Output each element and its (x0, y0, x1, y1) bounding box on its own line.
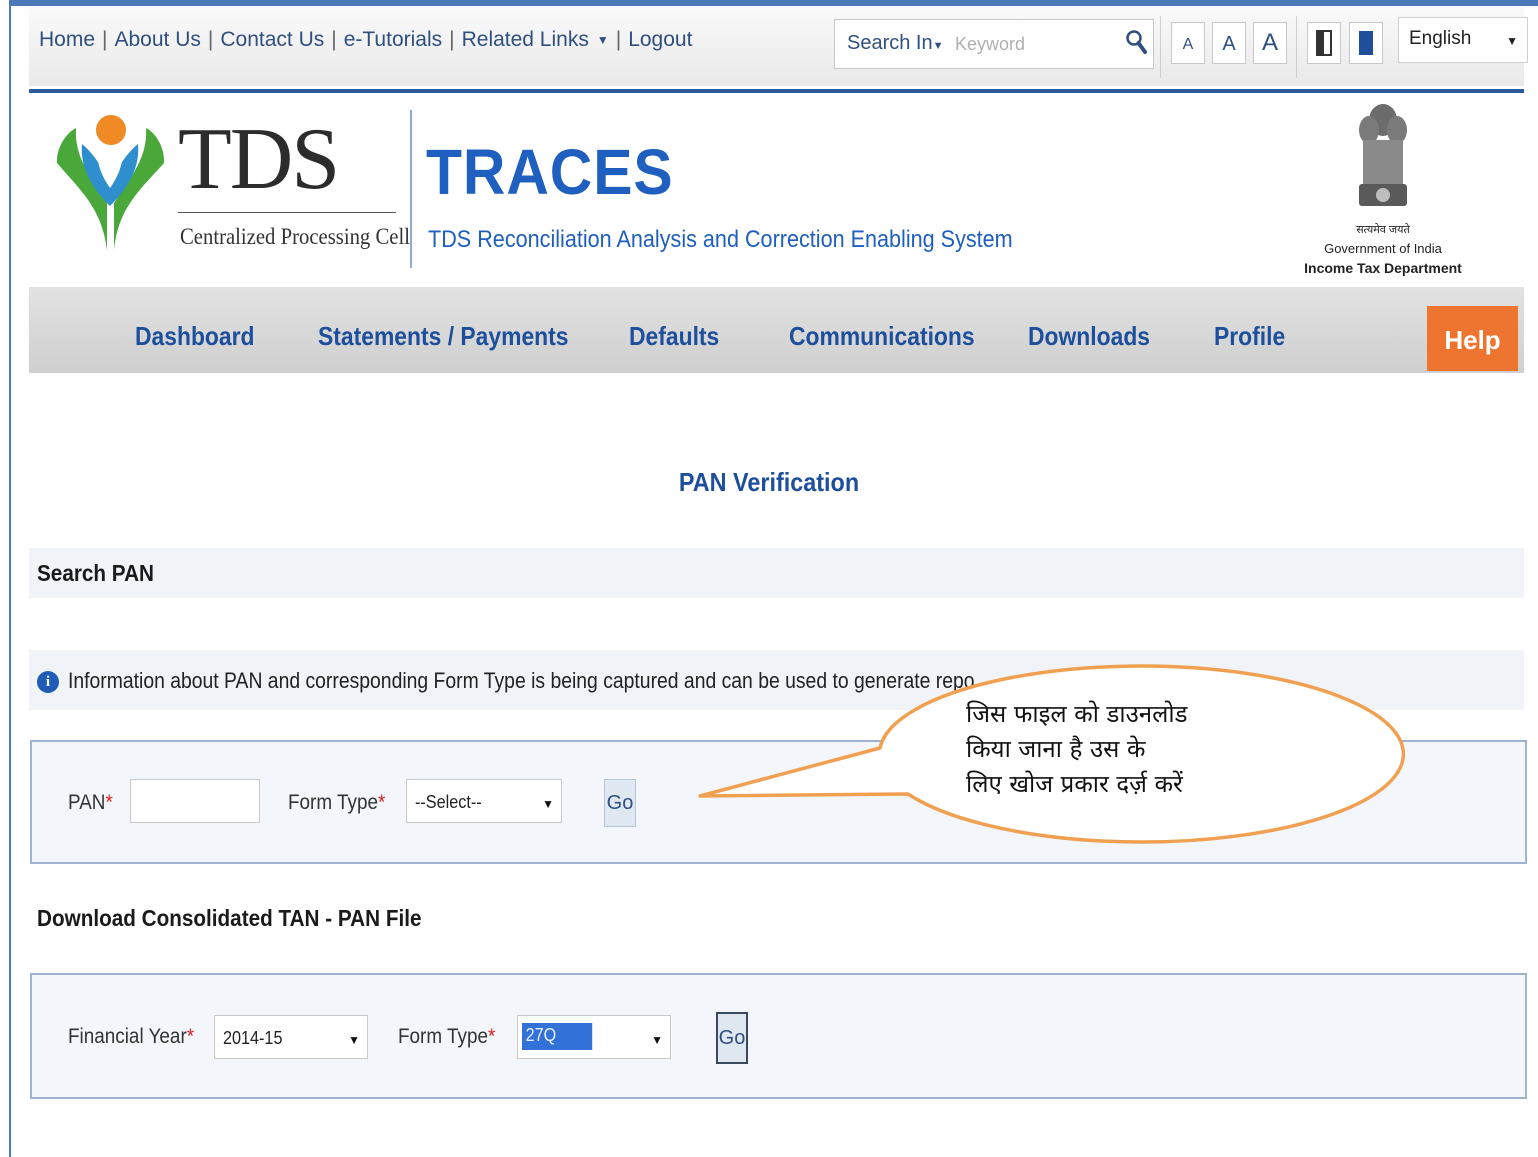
callout-text: जिस फाइल को डाउनलोड किया जाना है उस के ल… (966, 697, 1326, 802)
divider (1296, 16, 1297, 78)
header-divider (29, 89, 1524, 93)
logo-subtitle: Centralized Processing Cell (180, 224, 410, 249)
financial-year-value: 2014-15 (223, 1028, 283, 1048)
top-utility-bar: Home | About Us | Contact Us | e-Tutorials | Rel… (29, 6, 1528, 86)
logo-underline (178, 212, 396, 213)
dropdown-caret-icon: ▼ (596, 33, 609, 48)
search-box: Search In▼ (834, 19, 1154, 69)
gov-name: Government of India (1324, 241, 1442, 256)
page-title: PAN Verification (678, 467, 860, 497)
language-value: English (1409, 28, 1472, 49)
tds-logo-icon (56, 115, 165, 250)
search-icon[interactable] (1125, 29, 1149, 57)
app-fullname: TDS Reconciliation Analysis and Correcti… (428, 226, 1013, 253)
top-links: Home | About Us | Contact Us | e-Tutorials | Rel… (39, 28, 693, 52)
home-link[interactable]: Home (39, 28, 95, 52)
chevron-down-icon: ▼ (542, 797, 554, 811)
theme-icon (1359, 31, 1373, 55)
pan-label-text: PAN (68, 791, 106, 814)
high-contrast-button[interactable] (1307, 22, 1341, 64)
related-links-label: Related Links (461, 28, 589, 51)
contrast-icon (1316, 30, 1332, 56)
search-in-label: Search In (847, 32, 933, 54)
download-form-type-label-text: Form Type (398, 1025, 488, 1048)
nav-profile[interactable]: Profile (1214, 321, 1285, 352)
chevron-down-icon: ▼ (1506, 34, 1518, 48)
form-type-label-text: Form Type (288, 791, 378, 814)
main-nav: Dashboard Statements / Payments Defaults… (29, 287, 1524, 373)
chevron-down-icon: ▼ (348, 1033, 360, 1047)
about-us-link[interactable]: About Us (115, 28, 201, 52)
info-icon: i (37, 671, 59, 693)
form-type-select[interactable]: --Select-- ▼ (406, 779, 562, 823)
section-title: Search PAN (37, 560, 154, 586)
search-go-button[interactable]: Go (604, 779, 636, 827)
info-message: Information about PAN and corresponding … (68, 668, 975, 693)
required-mark: * (105, 791, 113, 814)
gov-department: Income Tax Department (1304, 260, 1462, 276)
logout-link[interactable]: Logout (628, 28, 692, 52)
required-mark: * (377, 791, 386, 814)
download-section-title: Download Consolidated TAN - PAN File (37, 905, 422, 931)
search-in-dropdown[interactable]: Search In▼ (847, 32, 944, 55)
nav-dashboard[interactable]: Dashboard (135, 321, 255, 352)
language-select[interactable]: English ▼ (1398, 17, 1528, 63)
financial-year-label-text: Financial Year (68, 1025, 187, 1048)
financial-year-label: Financial Year* (68, 1025, 194, 1049)
callout-line: जिस फाइल को डाउनलोड (966, 700, 1188, 728)
window-left-border (0, 0, 11, 1157)
download-go-button[interactable]: Go (716, 1012, 748, 1064)
keyword-search-input[interactable] (953, 26, 1117, 62)
callout-line: किया जाना है उस के (966, 735, 1146, 763)
chevron-down-icon: ▼ (651, 1033, 663, 1047)
download-tan-pan-form: Financial Year* 2014-15 ▼ Form Type* 27Q… (30, 973, 1527, 1099)
divider (1160, 16, 1161, 78)
nav-communications[interactable]: Communications (789, 321, 975, 352)
help-button[interactable]: Help (1427, 306, 1518, 371)
national-emblem-icon (1359, 104, 1407, 206)
app-name: TRACES (426, 136, 674, 208)
nav-downloads[interactable]: Downloads (1028, 321, 1150, 352)
download-form-type-select[interactable]: 27Q ▼ (517, 1015, 671, 1059)
required-mark: * (186, 1025, 195, 1048)
form-type-label: Form Type* (288, 791, 385, 815)
related-links-dropdown[interactable]: Related Links ▼ (462, 28, 609, 52)
form-type-value: --Select-- (415, 792, 482, 812)
font-size-medium-button[interactable]: A (1212, 22, 1246, 64)
contact-us-link[interactable]: Contact Us (220, 28, 324, 52)
financial-year-select[interactable]: 2014-15 ▼ (214, 1015, 368, 1059)
tds-logo-text: TDS (178, 111, 340, 208)
font-size-large-button[interactable]: A (1253, 22, 1287, 64)
pan-label: PAN* (68, 791, 113, 815)
download-form-type-value: 27Q (522, 1023, 593, 1050)
font-size-small-button[interactable]: A (1171, 22, 1205, 64)
search-in-caret-icon: ▼ (932, 40, 944, 52)
download-form-type-label: Form Type* (398, 1025, 495, 1049)
callout-line: लिए खोज प्रकार दर्ज़ करें (966, 770, 1183, 798)
e-tutorials-link[interactable]: e-Tutorials (344, 28, 442, 52)
gov-motto: सत्यमेव जयते (1356, 224, 1410, 236)
required-mark: * (487, 1025, 496, 1048)
pan-input[interactable] (130, 779, 260, 823)
nav-defaults[interactable]: Defaults (629, 321, 719, 352)
search-pan-header: Search PAN (29, 548, 1524, 598)
nav-statements-payments[interactable]: Statements / Payments (318, 321, 569, 352)
header-separator (410, 110, 412, 268)
theme-button[interactable] (1349, 22, 1383, 64)
